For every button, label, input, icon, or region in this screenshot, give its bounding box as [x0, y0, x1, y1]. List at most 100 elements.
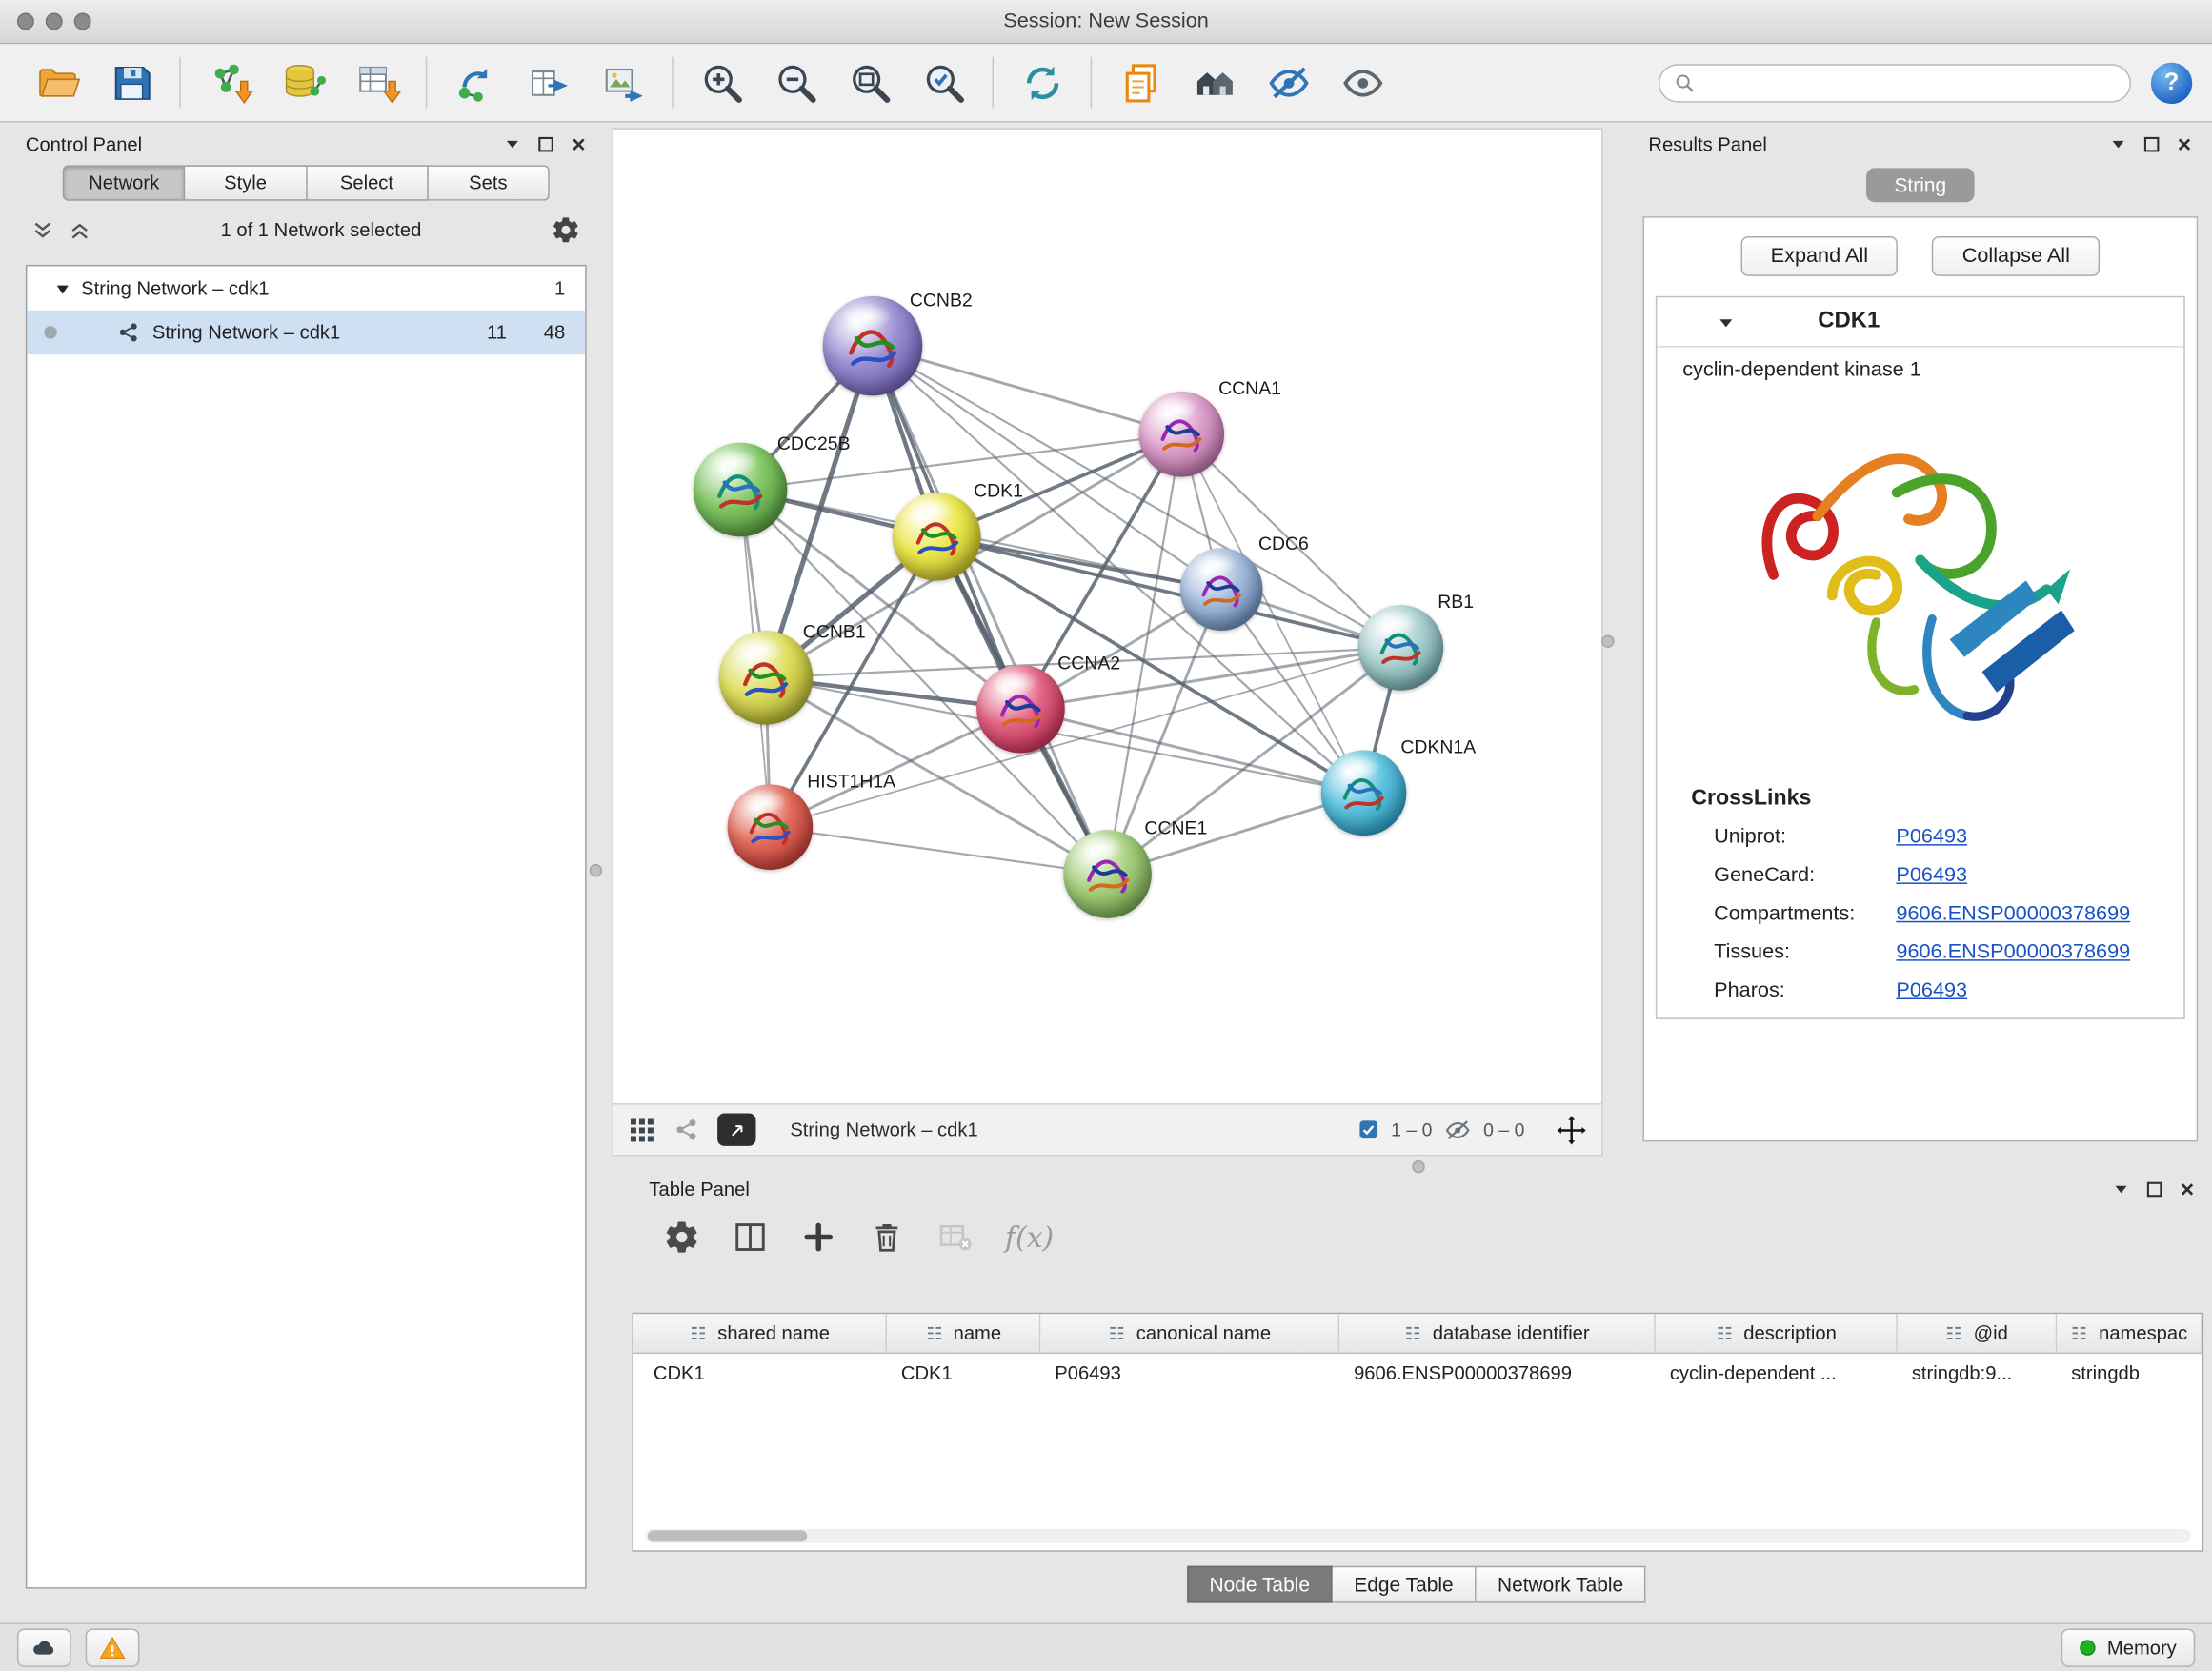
- tab-style[interactable]: Style: [186, 165, 307, 200]
- column-header-canonical-name[interactable]: canonical name: [1040, 1314, 1339, 1354]
- zoom-in-button[interactable]: [685, 51, 759, 114]
- collapse-all-networks-button[interactable]: [31, 220, 54, 240]
- network-node-RB1[interactable]: [1358, 605, 1444, 691]
- grid-icon: [628, 1116, 656, 1144]
- create-column-button[interactable]: [800, 1218, 837, 1256]
- cloud-status-button[interactable]: [17, 1628, 71, 1666]
- zoom-fit-button[interactable]: [833, 51, 907, 114]
- column-label: description: [1743, 1322, 1837, 1343]
- panel-close-button[interactable]: [2177, 136, 2192, 151]
- selected-checkbox-icon[interactable]: [1358, 1119, 1379, 1140]
- network-collection-row[interactable]: String Network – cdk1 1: [27, 266, 585, 310]
- column-header-namespace[interactable]: namespac: [2057, 1314, 2202, 1354]
- network-canvas[interactable]: CCNB2CCNA1CDC25BCDK1CDC6RB1CCNB1CCNA2CDK…: [613, 130, 1601, 1103]
- new-network-from-selection-button[interactable]: [513, 51, 587, 114]
- show-columns-button[interactable]: [732, 1218, 769, 1256]
- delete-column-button[interactable]: [869, 1218, 906, 1256]
- search-input[interactable]: [1704, 70, 2116, 94]
- tab-node-table[interactable]: Node Table: [1187, 1566, 1333, 1603]
- grid-view-button[interactable]: [628, 1116, 656, 1144]
- protein-card-header[interactable]: CDK1: [1657, 297, 2183, 347]
- birds-eye-view-button[interactable]: [1177, 51, 1252, 114]
- crosslink-compartments-link[interactable]: 9606.ENSP00000378699: [1896, 902, 2130, 925]
- tab-network[interactable]: Network: [63, 165, 186, 200]
- splitter-grip[interactable]: [1601, 634, 1614, 647]
- panel-float-button[interactable]: [2143, 136, 2159, 151]
- hidden-eye-slash-icon[interactable]: [1443, 1116, 1472, 1144]
- network-view-mode-button[interactable]: [674, 1117, 700, 1143]
- panel-float-button[interactable]: [538, 136, 553, 151]
- memory-button[interactable]: Memory: [2061, 1628, 2195, 1666]
- control-panel-tabs: Network Style Select Sets: [63, 165, 550, 200]
- panel-float-button[interactable]: [2146, 1181, 2162, 1197]
- zoom-out-button[interactable]: [758, 51, 833, 114]
- panel-close-button[interactable]: [571, 136, 586, 151]
- network-node-HIST1H1A[interactable]: [728, 784, 814, 870]
- panel-close-button[interactable]: [2180, 1181, 2195, 1197]
- crosslink-genecard-link[interactable]: P06493: [1896, 864, 1967, 887]
- column-label: database identifier: [1433, 1322, 1590, 1343]
- node-label-HIST1H1A: HIST1H1A: [807, 770, 895, 791]
- network-node-CCNE1[interactable]: [1063, 830, 1152, 918]
- crosslink-tissues-link[interactable]: 9606.ENSP00000378699: [1896, 941, 2130, 964]
- network-options-button[interactable]: [551, 215, 580, 245]
- column-header-description[interactable]: description: [1656, 1314, 1898, 1354]
- table-options-button[interactable]: [663, 1218, 700, 1256]
- cell-id: stringdb:9...: [1898, 1354, 2057, 1392]
- function-builder-button[interactable]: f(x): [1005, 1220, 1054, 1255]
- crosslink-pharos-link[interactable]: P06493: [1896, 979, 1967, 1002]
- protein-structure-thumbnail: [992, 686, 1050, 737]
- show-all-button[interactable]: [1325, 51, 1399, 114]
- import-network-database-button[interactable]: [266, 51, 340, 114]
- import-table-button[interactable]: [340, 51, 414, 114]
- tab-network-table[interactable]: Network Table: [1477, 1566, 1646, 1603]
- clone-network-button[interactable]: [438, 51, 513, 114]
- protein-structure-thumbnail: [1373, 626, 1429, 675]
- tab-sets[interactable]: Sets: [428, 165, 549, 200]
- column-header-database-identifier[interactable]: database identifier: [1339, 1314, 1656, 1354]
- network-row-selected[interactable]: String Network – cdk1 11 48: [27, 311, 585, 354]
- save-session-button[interactable]: [94, 51, 169, 114]
- expand-all-button[interactable]: Expand All: [1740, 236, 1898, 276]
- column-header-name[interactable]: name: [887, 1314, 1040, 1354]
- tab-string[interactable]: String: [1866, 168, 1975, 202]
- panel-menu-button[interactable]: [2110, 135, 2127, 152]
- splitter-grip[interactable]: [1412, 1160, 1424, 1173]
- collapse-all-button[interactable]: Collapse All: [1932, 236, 2100, 276]
- move-crosshair-icon[interactable]: [1556, 1114, 1587, 1145]
- warning-icon: [98, 1634, 127, 1662]
- table-panel-tabs: Node Table Edge Table Network Table: [624, 1566, 2210, 1603]
- import-network-file-button[interactable]: [192, 51, 267, 114]
- network-node-CDC25B[interactable]: [694, 443, 788, 537]
- panel-menu-button[interactable]: [504, 135, 521, 152]
- column-type-icon: [1715, 1324, 1733, 1342]
- open-session-button[interactable]: [20, 51, 94, 114]
- column-header-shared-name[interactable]: shared name: [633, 1314, 887, 1354]
- crosslink-uniprot-link[interactable]: P06493: [1896, 826, 1967, 849]
- network-node-CCNA2[interactable]: [976, 665, 1065, 754]
- tab-select[interactable]: Select: [307, 165, 428, 200]
- copy-document-button[interactable]: [1103, 51, 1177, 114]
- network-node-CCNB1[interactable]: [719, 631, 814, 725]
- warnings-button[interactable]: [86, 1628, 140, 1666]
- hide-selected-button[interactable]: [1251, 51, 1325, 114]
- network-node-CCNA1[interactable]: [1138, 392, 1224, 477]
- scrollbar-thumb[interactable]: [648, 1530, 807, 1541]
- table-row[interactable]: CDK1 CDK1 P06493 9606.ENSP00000378699 cy…: [633, 1354, 2202, 1392]
- splitter-grip[interactable]: [590, 864, 602, 876]
- column-header-id[interactable]: @id: [1898, 1314, 2057, 1354]
- network-node-CDKN1A[interactable]: [1321, 750, 1407, 836]
- annotation-mode-button[interactable]: [717, 1114, 755, 1146]
- horizontal-scrollbar[interactable]: [645, 1529, 2191, 1543]
- help-button[interactable]: ?: [2151, 62, 2192, 103]
- network-node-CDK1[interactable]: [893, 493, 981, 581]
- expand-all-networks-button[interactable]: [69, 220, 91, 240]
- network-node-CDC6[interactable]: [1180, 548, 1263, 631]
- export-image-button[interactable]: [587, 51, 661, 114]
- panel-menu-button[interactable]: [2113, 1180, 2130, 1198]
- apply-layout-button[interactable]: [1005, 51, 1079, 114]
- zoom-selected-button[interactable]: [907, 51, 981, 114]
- crosslink-label: GeneCard:: [1714, 864, 1896, 887]
- tab-edge-table[interactable]: Edge Table: [1333, 1566, 1477, 1603]
- network-node-CCNB2[interactable]: [823, 296, 923, 396]
